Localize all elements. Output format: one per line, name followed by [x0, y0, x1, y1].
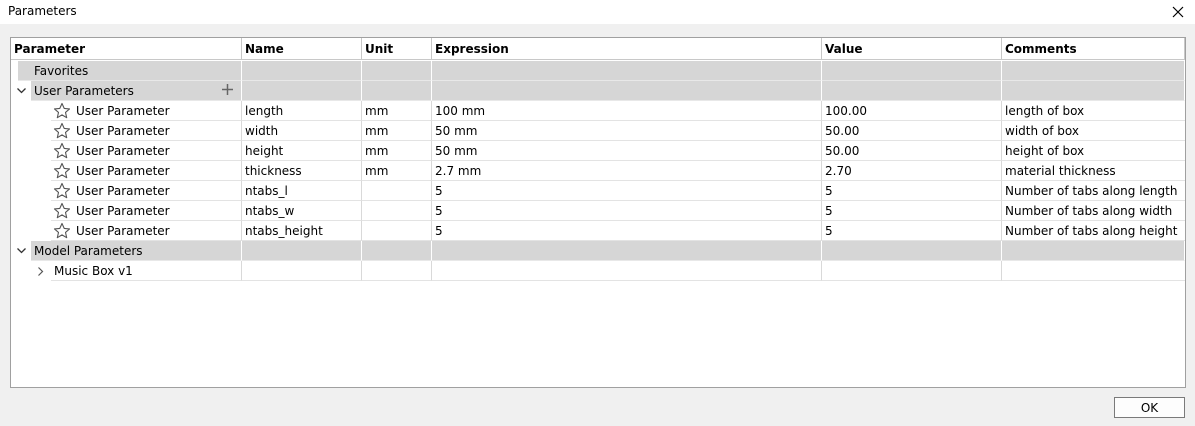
param-expression-cell[interactable]: 50 mm — [432, 141, 822, 161]
column-header-comments[interactable]: Comments — [1002, 38, 1185, 60]
param-unit-cell: mm — [362, 101, 432, 121]
param-expression-cell[interactable]: 5 — [432, 221, 822, 241]
param-value-cell: 5 — [822, 201, 1002, 221]
star-icon[interactable] — [53, 162, 71, 180]
favorites-group-row[interactable]: Favorites — [11, 61, 1185, 81]
param-expression-cell[interactable]: 2.7 mm — [432, 161, 822, 181]
param-name-cell[interactable]: ntabs_w — [242, 201, 362, 221]
param-unit-cell — [362, 221, 432, 241]
param-value-cell: 5 — [822, 221, 1002, 241]
param-unit-cell: mm — [362, 161, 432, 181]
model-parameters-expand-toggle[interactable] — [14, 241, 28, 261]
window-title: Parameters — [8, 4, 77, 18]
chevron-right-icon — [38, 266, 44, 276]
param-value-cell: 2.70 — [822, 161, 1002, 181]
param-value-cell: 100.00 — [822, 101, 1002, 121]
param-comment-cell[interactable]: Number of tabs along height — [1002, 221, 1185, 241]
param-name-cell[interactable]: length — [242, 101, 362, 121]
table-row[interactable]: User Parameter ntabs_w 5 5 Number of tabs al… — [11, 201, 1185, 221]
param-comment-cell[interactable]: length of box — [1002, 101, 1185, 121]
column-header-expression[interactable]: Expression — [432, 38, 822, 60]
param-name-cell[interactable]: width — [242, 121, 362, 141]
title-bar: Parameters — [0, 0, 1195, 24]
chevron-down-icon — [16, 248, 26, 254]
param-expression-cell[interactable]: 5 — [432, 201, 822, 221]
param-type-label: User Parameter — [76, 124, 170, 138]
favorites-label: Favorites — [18, 61, 242, 81]
chevron-down-icon — [16, 88, 26, 94]
param-type-label: User Parameter — [76, 164, 170, 178]
model-item-label: Music Box v1 — [54, 264, 133, 278]
table-row[interactable]: User Parameter ntabs_l 5 5 Number of tabs al… — [11, 181, 1185, 201]
param-unit-cell: mm — [362, 141, 432, 161]
param-type-label: User Parameter — [76, 144, 170, 158]
param-type-label: User Parameter — [76, 204, 170, 218]
model-parameters-group-row[interactable]: Model Parameters — [11, 241, 1185, 261]
param-name-cell[interactable]: ntabs_height — [242, 221, 362, 241]
table-row[interactable]: User Parameter ntabs_height 5 5 Number of ta… — [11, 221, 1185, 241]
star-icon[interactable] — [53, 222, 71, 240]
plus-icon[interactable] — [221, 83, 234, 96]
param-expression-cell[interactable]: 100 mm — [432, 101, 822, 121]
param-type-label: User Parameter — [76, 224, 170, 238]
param-expression-cell[interactable]: 5 — [432, 181, 822, 201]
user-parameters-expand-toggle[interactable] — [14, 81, 28, 101]
param-comment-cell[interactable]: Number of tabs along width — [1002, 201, 1185, 221]
star-icon[interactable] — [53, 142, 71, 160]
param-value-cell: 50.00 — [822, 121, 1002, 141]
table-row[interactable]: User Parameter thickness mm 2.7 mm 2.70 mater… — [11, 161, 1185, 181]
table-row[interactable]: User Parameter length mm 100 mm 100.00 length… — [11, 101, 1185, 121]
user-parameters-label: User Parameters — [34, 84, 134, 98]
param-type-label: User Parameter — [76, 184, 170, 198]
param-value-cell: 50.00 — [822, 141, 1002, 161]
param-expression-cell[interactable]: 50 mm — [432, 121, 822, 141]
ok-button[interactable]: OK — [1114, 397, 1185, 418]
user-parameters-group-row[interactable]: User Parameters — [11, 81, 1185, 101]
star-icon[interactable] — [53, 202, 71, 220]
param-value-cell: 5 — [822, 181, 1002, 201]
param-comment-cell[interactable]: height of box — [1002, 141, 1185, 161]
param-name-cell[interactable]: thickness — [242, 161, 362, 181]
param-name-cell[interactable]: height — [242, 141, 362, 161]
close-icon — [1172, 6, 1184, 18]
parameters-table[interactable]: Parameter Name Unit Expression Value Com… — [10, 37, 1186, 388]
close-button[interactable] — [1167, 1, 1189, 23]
model-item-row[interactable]: Music Box v1 — [11, 261, 1185, 281]
star-icon[interactable] — [53, 182, 71, 200]
column-header-value[interactable]: Value — [822, 38, 1002, 60]
star-icon[interactable] — [53, 122, 71, 140]
param-type-label: User Parameter — [76, 104, 170, 118]
param-unit-cell — [362, 181, 432, 201]
table-header: Parameter Name Unit Expression Value Com… — [11, 38, 1185, 60]
model-item-expand-toggle[interactable] — [34, 261, 48, 281]
param-unit-cell: mm — [362, 121, 432, 141]
param-unit-cell — [362, 201, 432, 221]
table-row[interactable]: User Parameter height mm 50 mm 50.00 height o… — [11, 141, 1185, 161]
param-comment-cell[interactable]: width of box — [1002, 121, 1185, 141]
table-row[interactable]: User Parameter width mm 50 mm 50.00 width of … — [11, 121, 1185, 141]
param-comment-cell[interactable]: material thickness — [1002, 161, 1185, 181]
param-name-cell[interactable]: ntabs_l — [242, 181, 362, 201]
param-comment-cell[interactable]: Number of tabs along length — [1002, 181, 1185, 201]
model-parameters-label: Model Parameters — [34, 244, 143, 258]
star-icon[interactable] — [53, 102, 71, 120]
column-header-unit[interactable]: Unit — [362, 38, 432, 60]
column-header-parameter[interactable]: Parameter — [11, 38, 242, 60]
column-header-name[interactable]: Name — [242, 38, 362, 60]
